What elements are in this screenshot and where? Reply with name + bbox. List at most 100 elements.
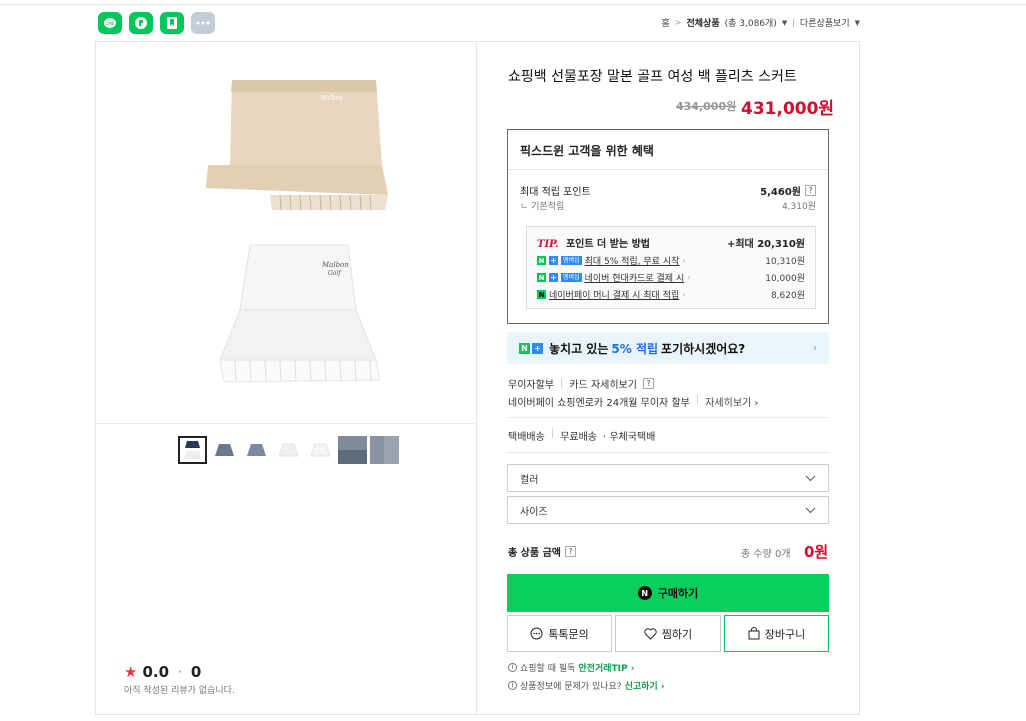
size-select[interactable]: 사이즈: [507, 496, 829, 524]
tip-row-label[interactable]: 네이버 현대카드로 결제 시: [585, 271, 685, 284]
wish-button[interactable]: 찜하기: [615, 615, 721, 652]
more-icon[interactable]: [191, 12, 215, 34]
tip-row-value: 8,620원: [770, 291, 805, 301]
wish-label: 찜하기: [661, 627, 693, 641]
kakaostory-share-icon[interactable]: [129, 12, 153, 34]
line-share-icon[interactable]: LINE: [98, 12, 122, 34]
tip-max: +최대 20,310원: [726, 239, 805, 250]
chevron-right-icon: ›: [682, 256, 686, 265]
chevron-down-icon[interactable]: ▼: [782, 19, 787, 27]
separator: |: [560, 378, 564, 389]
benefit-box: 픽스드윈 고객을 위한 혜택 최대 적립 포인트 5,460원 ? ㄴ 기본적립…: [507, 129, 829, 324]
thumbnail[interactable]: [178, 436, 207, 464]
promo-banner[interactable]: N + 놓치고 있는 5% 적립 포기하시겠어요? ›: [507, 332, 829, 364]
base-points-value: 4,310원: [781, 202, 816, 212]
breadcrumb-count: (총 3,086개): [724, 19, 777, 29]
color-select-placeholder: 컬러: [520, 474, 539, 486]
report-text: 상품정보에 문제가 있나요?: [520, 682, 622, 692]
info-icon: i: [508, 663, 517, 672]
thumbnail[interactable]: [242, 436, 271, 464]
talk-inquiry-button[interactable]: 톡톡문의: [507, 615, 612, 652]
tip-heading: TIP. 포인트 더 받는 방법 +최대 20,310원: [537, 235, 805, 250]
rating-summary[interactable]: ★ 0.0 · 0: [124, 663, 201, 681]
original-price: 434,000원: [676, 100, 737, 113]
base-points-row: ㄴ 기본적립 4,310원: [520, 199, 816, 212]
max-points-value: 5,460원: [760, 187, 801, 198]
shipping-type: 택배배송: [508, 432, 545, 443]
installment-row: 무이자할부 | 카드 자세히보기 ?: [508, 376, 654, 391]
corner-arrow-icon: ㄴ: [520, 202, 529, 212]
image-divider: [96, 423, 476, 424]
help-icon[interactable]: ?: [805, 185, 816, 196]
shipping-fee: 무료배송: [560, 432, 597, 443]
color-select[interactable]: 컬러: [507, 464, 829, 492]
tip-row-value: 10,310원: [765, 257, 805, 267]
report-note: i 상품정보에 문제가 있나요? 신고하기 ›: [508, 679, 665, 692]
total-quantity: 총 수량 0개: [741, 549, 791, 560]
tip-row[interactable]: N + 멤버십 최대 5% 적립, 무료 시작 › 10,310원: [537, 254, 805, 267]
tip-row[interactable]: N + 멤버십 네이버 현대카드로 결제 시 › 10,000원: [537, 271, 805, 284]
divider: [507, 417, 829, 418]
naver-pay-icon: N: [637, 586, 652, 600]
thumbnail[interactable]: [210, 436, 239, 464]
safe-trade-text: 쇼핑할 때 필독: [520, 664, 576, 674]
card-detail-link[interactable]: 카드 자세히보기: [569, 376, 637, 391]
review-count: 0: [190, 663, 202, 681]
tip-row-label[interactable]: 네이버페이 머니 결제 시 최대 적립: [549, 288, 679, 301]
npay-installment-text: 네이버페이 쇼핑엔로카 24개월 무이자 할부: [508, 398, 690, 409]
thumbnail[interactable]: [274, 436, 303, 464]
cart-label: 장바구니: [764, 627, 806, 641]
other-products-link[interactable]: 다른상품보기: [800, 16, 850, 29]
tip-row-label[interactable]: 최대 5% 적립, 무료 시작: [585, 254, 680, 267]
chevron-right-icon: ›: [682, 290, 686, 299]
thumbnail-strip: [178, 436, 399, 464]
rating-score: 0.0: [142, 663, 170, 681]
breadcrumb-all-products[interactable]: 전체상품: [686, 16, 719, 29]
plus-icon: +: [549, 256, 558, 265]
star-icon: ★: [124, 663, 138, 681]
npay-installment-row: 네이버페이 쇼핑엔로카 24개월 무이자 할부 | 자세히보기 ›: [508, 394, 758, 409]
top-divider: [0, 4, 1026, 5]
talk-inquiry-label: 톡톡문의: [548, 627, 589, 641]
npay-detail-link[interactable]: 자세히보기 ›: [705, 394, 758, 409]
safe-trade-link[interactable]: 안전거래TIP ›: [578, 661, 634, 674]
divider: [507, 452, 829, 453]
svg-text:Malbon: Malbon: [319, 95, 343, 102]
chevron-down-icon[interactable]: ▼: [855, 19, 860, 27]
thumbnail[interactable]: [370, 436, 399, 464]
chat-icon: [530, 627, 543, 640]
thumbnail[interactable]: [338, 436, 367, 464]
chevron-down-icon: [805, 475, 816, 481]
breadcrumb: 홈 > 전체상품 (총 3,086개) ▼ | 다른상품보기 ▼: [662, 16, 861, 29]
buy-button-label: 구매하기: [657, 587, 699, 600]
info-icon: i: [508, 681, 517, 690]
max-points-label: 최대 적립 포인트: [520, 187, 591, 198]
breadcrumb-home[interactable]: 홈: [662, 16, 670, 29]
promo-highlight: 5% 적립: [611, 341, 659, 356]
tip-title: 포인트 더 받는 방법: [565, 239, 650, 250]
chevron-right-icon: ›: [812, 342, 817, 354]
buy-button[interactable]: N 구매하기: [507, 574, 829, 612]
svg-text:LINE: LINE: [106, 21, 115, 26]
svg-text:Malbon: Malbon: [321, 261, 349, 269]
white-skirt-image: Malbon Golf: [219, 244, 381, 383]
product-title: 쇼핑백 선물포장 말본 골프 여성 백 플리츠 스커트: [508, 69, 797, 85]
help-icon[interactable]: ?: [564, 546, 576, 557]
svg-text:Golf: Golf: [328, 270, 342, 277]
sale-price: 431,000원: [741, 99, 835, 119]
report-link[interactable]: 신고하기 ›: [625, 679, 665, 692]
naver-n-icon: N: [537, 256, 546, 265]
share-bar: LINE: [98, 12, 215, 34]
beige-skirt-image: Malbon: [206, 80, 388, 211]
bookmark-icon[interactable]: [160, 12, 184, 34]
thumbnail[interactable]: [306, 436, 335, 464]
cart-button[interactable]: 장바구니: [724, 615, 829, 652]
shopping-bag-icon: [748, 627, 760, 640]
help-icon[interactable]: ?: [642, 378, 654, 389]
product-image[interactable]: Malbon Malbon Golf: [150, 70, 410, 400]
tip-box: TIP. 포인트 더 받는 방법 +최대 20,310원 N + 멤버십 최대 …: [526, 226, 816, 309]
review-empty-note: 아직 작성된 리뷰가 없습니다.: [124, 686, 235, 696]
tip-row[interactable]: N 네이버페이 머니 결제 시 최대 적립 › 8,620원: [537, 288, 805, 301]
separator: |: [695, 394, 700, 405]
naver-n-icon: N: [537, 273, 546, 282]
